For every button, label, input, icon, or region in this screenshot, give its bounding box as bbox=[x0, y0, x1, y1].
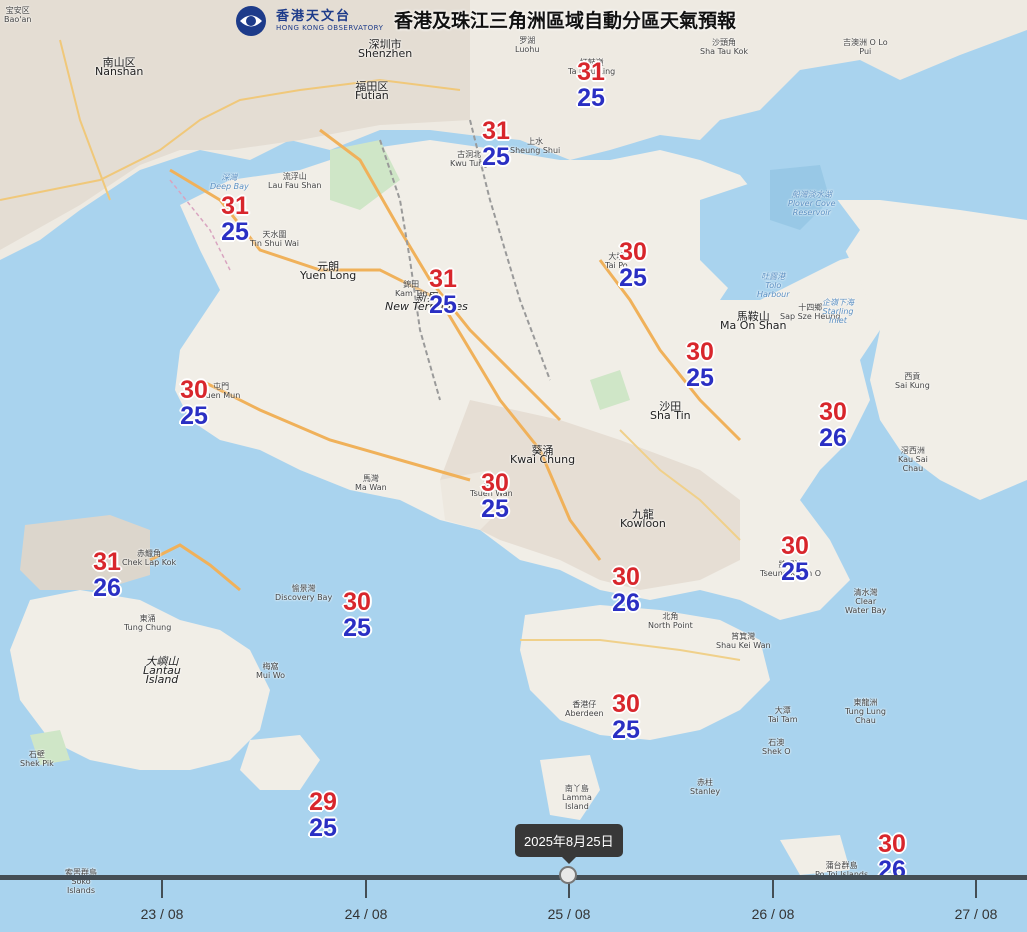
station-kowloon[interactable]: 30 26 bbox=[601, 564, 651, 616]
station-shek-kong[interactable]: 31 25 bbox=[418, 266, 468, 318]
min-temp: 25 bbox=[180, 402, 208, 430]
water-label: 企嶺下海 Starling Inlet bbox=[822, 298, 854, 325]
place-label: 元朗 Yuen Long bbox=[300, 260, 357, 282]
min-temp: 25 bbox=[309, 814, 337, 842]
date-tooltip: 2025年8月25日 bbox=[515, 824, 623, 864]
max-temp: 30 bbox=[180, 376, 208, 404]
max-temp: 30 bbox=[878, 830, 906, 858]
water-label: 吐露港 Tolo Harbour bbox=[757, 272, 790, 299]
max-temp: 31 bbox=[221, 192, 249, 220]
max-temp: 30 bbox=[612, 690, 640, 718]
place-label: 梅窩 Mui Wo bbox=[256, 662, 286, 680]
station-ta-kwu-ling[interactable]: 31 25 bbox=[566, 59, 616, 111]
min-temp: 25 bbox=[482, 143, 510, 171]
place-label: 深圳市 Shenzhen bbox=[358, 38, 413, 60]
station-tai-po[interactable]: 30 25 bbox=[608, 239, 658, 291]
hko-name-zh: 香港天文台 bbox=[276, 9, 352, 24]
place-label: 馬灣 Ma Wan bbox=[355, 474, 387, 492]
min-temp: 25 bbox=[612, 716, 640, 744]
max-temp: 31 bbox=[93, 548, 121, 576]
place-label: 大嶼山 Lantau Island bbox=[143, 655, 181, 686]
min-temp: 25 bbox=[619, 264, 647, 292]
page-title: 香港及珠江三角洲區域自動分區天氣預報 bbox=[394, 10, 737, 32]
max-temp: 30 bbox=[612, 563, 640, 591]
place-label: 赤柱 Stanley bbox=[690, 778, 721, 796]
max-temp: 30 bbox=[343, 588, 371, 616]
place-label: 福田区 Futian bbox=[355, 80, 389, 102]
place-label: 東龍洲 Tung Lung Chau bbox=[845, 698, 886, 725]
timeline-tick bbox=[161, 880, 163, 898]
min-temp: 26 bbox=[612, 589, 640, 617]
place-label: 沙田 Sha Tin bbox=[650, 400, 691, 422]
min-temp: 25 bbox=[686, 364, 714, 392]
max-temp: 31 bbox=[429, 265, 457, 293]
station-sha-tin[interactable]: 30 25 bbox=[675, 339, 725, 391]
min-temp: 25 bbox=[577, 84, 605, 112]
station-tuen-mun[interactable]: 30 25 bbox=[169, 377, 219, 429]
max-temp: 29 bbox=[309, 788, 337, 816]
min-temp: 25 bbox=[781, 558, 809, 586]
timeline-track[interactable] bbox=[0, 875, 1027, 880]
place-label: 清水灣 Clear Water Bay bbox=[845, 588, 887, 615]
max-temp: 31 bbox=[482, 117, 510, 145]
station-chek-lap-kok[interactable]: 31 26 bbox=[82, 549, 132, 601]
place-label: 罗湖 Luohu bbox=[515, 36, 540, 54]
min-temp: 26 bbox=[93, 574, 121, 602]
place-label: 南山区 Nanshan bbox=[95, 56, 144, 78]
timeline-date[interactable]: 25 / 08 bbox=[529, 906, 609, 922]
place-label: 南丫島 Lamma Island bbox=[562, 784, 592, 811]
timeline-handle[interactable] bbox=[559, 866, 577, 884]
water-label: 深灣 Deep Bay bbox=[210, 173, 249, 191]
station-tsuen-wan[interactable]: 30 25 bbox=[470, 470, 520, 522]
station-discovery-bay[interactable]: 30 25 bbox=[332, 589, 382, 641]
timeline-tick bbox=[365, 880, 367, 898]
hko-logo-icon bbox=[236, 6, 266, 36]
timeline-tick bbox=[772, 880, 774, 898]
timeline-date[interactable]: 26 / 08 bbox=[733, 906, 813, 922]
date-timeline[interactable]: 23 / 08 24 / 08 25 / 08 26 / 08 27 / 08 bbox=[0, 860, 1027, 932]
place-label: 筲箕灣 Shau Kei Wan bbox=[716, 632, 771, 650]
water-label: 船灣淡水湖 Plover Cove Reservoir bbox=[788, 190, 836, 217]
station-lau-fau-shan[interactable]: 31 25 bbox=[210, 193, 260, 245]
place-label: 石壁 Shek Pik bbox=[20, 750, 54, 768]
max-temp: 30 bbox=[686, 338, 714, 366]
place-label: 九龍 Kowloon bbox=[620, 508, 666, 530]
hko-name-en: HONG KONG OBSERVATORY bbox=[276, 24, 384, 32]
place-label: 北角 North Point bbox=[648, 612, 693, 630]
place-label: 大潭 Tai Tam bbox=[768, 706, 798, 724]
place-label: 東涌 Tung Chung bbox=[124, 614, 172, 632]
hko-name: 香港天文台 HONG KONG OBSERVATORY bbox=[276, 10, 383, 32]
min-temp: 25 bbox=[429, 291, 457, 319]
place-label: 愉景灣 Discovery Bay bbox=[275, 584, 333, 602]
station-aberdeen[interactable]: 30 25 bbox=[601, 691, 651, 743]
max-temp: 30 bbox=[481, 469, 509, 497]
place-label: 葵涌 Kwai Chung bbox=[510, 444, 576, 466]
max-temp: 30 bbox=[819, 398, 847, 426]
timeline-date[interactable]: 27 / 08 bbox=[936, 906, 1016, 922]
hko-header: 香港天文台 HONG KONG OBSERVATORY bbox=[232, 4, 383, 38]
place-label: 吉澳洲 O Lo Pui bbox=[843, 38, 888, 56]
place-label: 沙頭角 Sha Tau Kok bbox=[700, 38, 749, 56]
max-temp: 30 bbox=[619, 238, 647, 266]
place-label: 石澳 Shek O bbox=[762, 738, 791, 756]
min-temp: 25 bbox=[481, 495, 509, 523]
min-temp: 25 bbox=[221, 218, 249, 246]
max-temp: 31 bbox=[577, 58, 605, 86]
station-sheung-shui[interactable]: 31 25 bbox=[471, 118, 521, 170]
place-label: 宝安区 Bao'an bbox=[4, 6, 32, 24]
min-temp: 25 bbox=[343, 614, 371, 642]
place-label: 流浮山 Lau Fau Shan bbox=[268, 172, 322, 190]
timeline-tick bbox=[975, 880, 977, 898]
max-temp: 30 bbox=[781, 532, 809, 560]
place-label: 香港仔 Aberdeen bbox=[565, 700, 604, 718]
min-temp: 26 bbox=[819, 424, 847, 452]
timeline-date[interactable]: 24 / 08 bbox=[326, 906, 406, 922]
place-label: 滘西洲 Kau Sai Chau bbox=[898, 446, 928, 473]
station-cheung-chau[interactable]: 29 25 bbox=[298, 789, 348, 841]
station-tseung-kwan-o[interactable]: 30 25 bbox=[770, 533, 820, 585]
place-label: 馬鞍山 Ma On Shan bbox=[720, 310, 787, 332]
timeline-date[interactable]: 23 / 08 bbox=[122, 906, 202, 922]
station-sai-kung[interactable]: 30 26 bbox=[808, 399, 858, 451]
place-label: 西貢 Sai Kung bbox=[895, 372, 930, 390]
